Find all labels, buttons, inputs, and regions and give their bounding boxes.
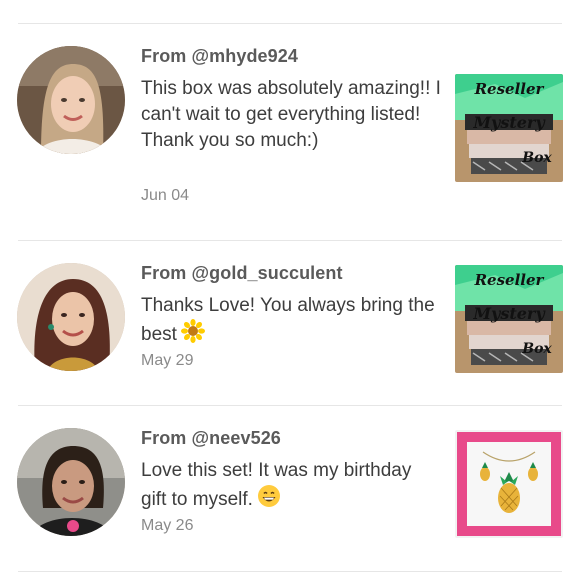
review-text: This box was absolutely amazing!! I can'… [141,78,441,151]
avatar[interactable] [17,263,125,371]
review-date: May 29 [141,352,194,369]
avatar[interactable] [17,46,125,154]
grinning-face-icon [257,484,281,516]
review-date: May 26 [141,517,194,534]
caption-line-2: Mystery [472,304,546,323]
avatar[interactable] [17,428,125,536]
review-text-wrapper: Thanks Love! You always bring the best [141,293,441,351]
review-text-wrapper: Love this set! It was my birthday gift t… [141,458,441,516]
caption-line-1: Reseller [474,271,545,289]
caption-line-2: Mystery [472,113,546,132]
divider [18,405,562,406]
caption-line-3: Box [521,150,552,166]
review-author[interactable]: From @gold_succulent [141,263,343,284]
review-author[interactable]: From @mhyde924 [141,46,298,67]
review-author[interactable]: From @neev526 [141,428,281,449]
caption-line-3: Box [521,341,552,357]
caption-line-1: Reseller [474,80,545,98]
divider [18,240,562,241]
divider [18,23,562,24]
divider [18,571,562,572]
product-thumbnail[interactable]: Reseller Mystery Box [455,265,563,373]
product-thumbnail[interactable] [455,430,563,538]
product-thumbnail[interactable]: Reseller Mystery Box [455,74,563,182]
sunflower-icon [180,319,205,351]
review-date: Jun 04 [141,187,190,204]
